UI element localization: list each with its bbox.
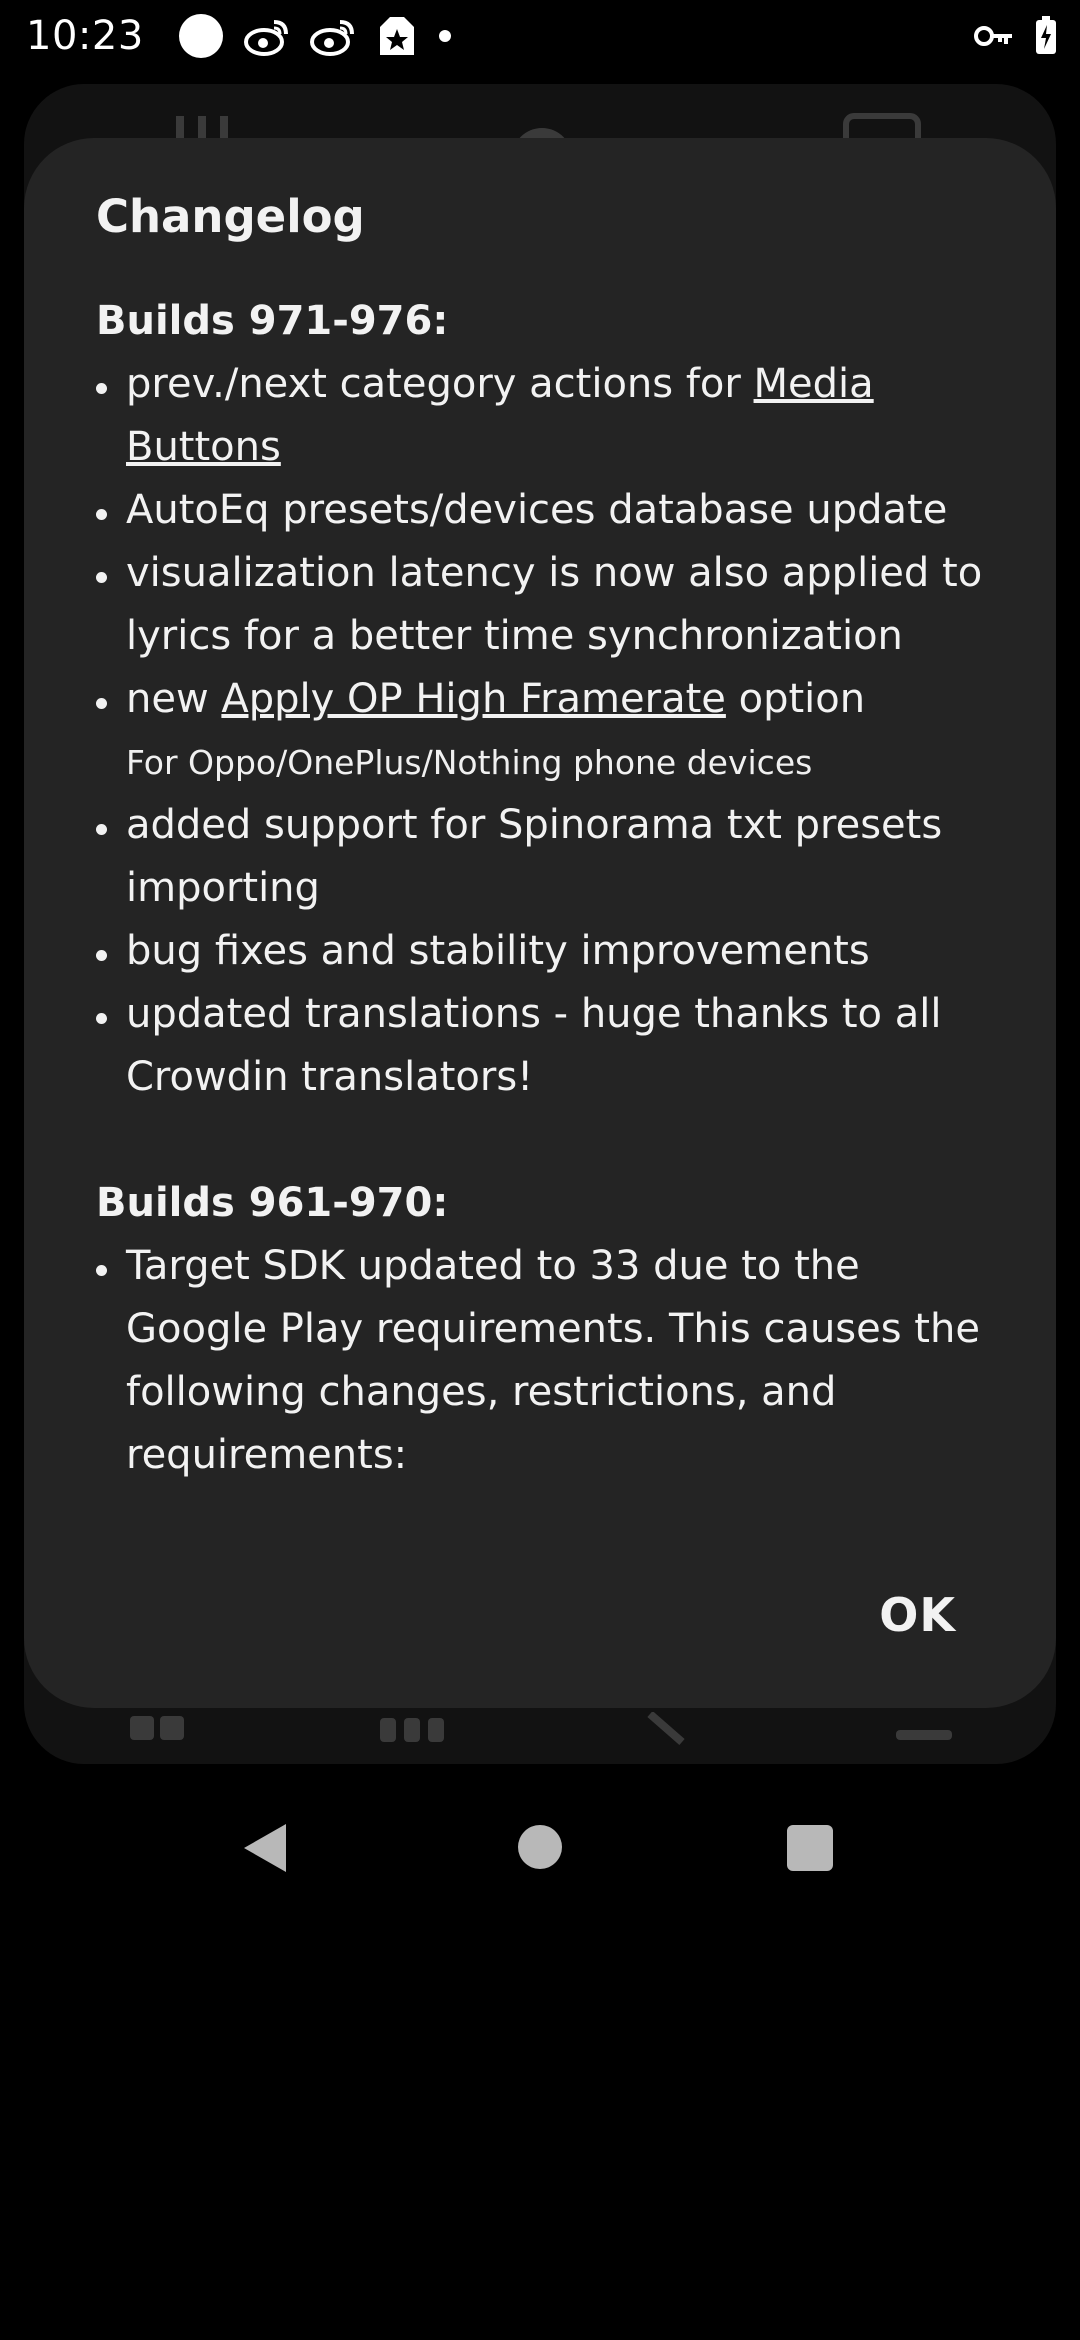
list-item: visualization latency is now also applie… [96,542,1006,668]
list-item: Target SDK updated to 33 due to the Goog… [96,1235,1006,1487]
grid-icon [128,1714,188,1748]
changelog-content[interactable]: Builds 971-976: prev./next category acti… [96,290,1006,1487]
battery-charging-icon [1034,16,1058,56]
system-icons [974,16,1058,56]
item-text: updated translations - huge thanks to al… [126,991,942,1100]
vpn-key-icon [974,24,1014,48]
item-text: bug fixes and stability improvements [126,928,870,974]
notification-icons [178,13,452,59]
changelog-list: Target SDK updated to 33 due to the Goog… [96,1235,1006,1487]
item-text: visualization latency is now also applie… [126,550,983,659]
library-icon [378,1716,448,1750]
build-heading: Builds 971-976: [96,298,449,344]
status-time: 10:23 [26,13,144,59]
list-item: new Apply OP High Framerate option For O… [96,668,1006,794]
item-text: added support for Spinorama txt presets … [126,802,943,911]
list-item: prev./next category actions for Media Bu… [96,353,1006,479]
item-text: Target SDK updated to 33 due to the Goog… [126,1243,980,1478]
apply-op-high-framerate-link[interactable]: Apply OP High Framerate [221,676,726,722]
recents-icon[interactable] [787,1825,833,1871]
status-bar: 10:23 [0,0,1080,72]
build-heading: Builds 961-970: [96,1180,449,1226]
list-item: added support for Spinorama txt presets … [96,794,1006,920]
item-text: prev./next category actions for [126,361,754,407]
ok-button[interactable]: OK [879,1588,956,1642]
star-tag-icon [376,13,418,59]
weibo-icon [243,16,290,56]
item-text: option [725,676,866,722]
changelog-dialog: Changelog Builds 971-976: prev./next cat… [24,138,1056,1708]
changelog-list: prev./next category actions for Media Bu… [96,353,1006,1109]
list-item: AutoEq presets/devices database update [96,479,1006,542]
menu-icon [894,1726,954,1750]
weibo-icon [309,16,356,56]
navigation-bar [0,1800,1080,1896]
list-item: bug fixes and stability improvements [96,920,1006,983]
home-icon[interactable] [518,1825,562,1869]
back-icon[interactable] [240,1822,290,1878]
list-item: updated translations - huge thanks to al… [96,983,1006,1109]
item-text: AutoEq presets/devices database update [126,487,948,533]
dialog-title: Changelog [96,190,365,243]
item-text: new [126,676,222,722]
dot-icon [438,29,452,43]
circle-notification-icon [178,13,224,59]
search-icon [642,1710,702,1750]
item-note: For Oppo/OnePlus/Nothing phone devices [126,743,813,782]
